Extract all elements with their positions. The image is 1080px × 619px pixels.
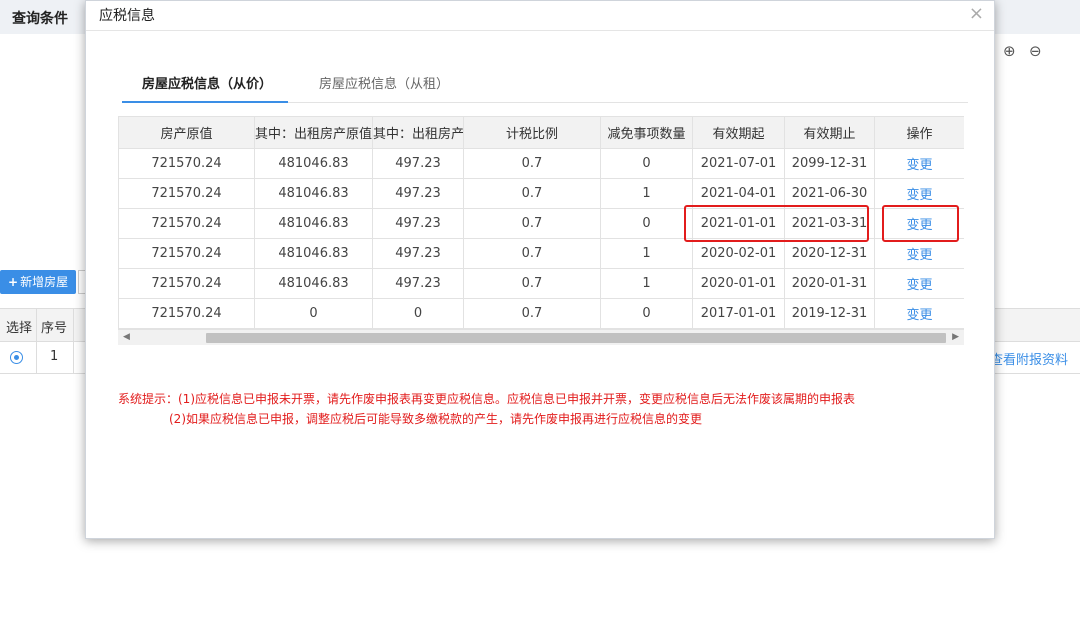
- table-header-row: 房产原值 其中：出租房产原值 其中：出租房产 计税比例 减免事项数量 有效期起 …: [118, 116, 964, 149]
- table-cell: 721570.24: [118, 238, 255, 269]
- table-cell: 481046.83: [254, 208, 373, 239]
- table-cell: 2019-12-31: [784, 298, 875, 329]
- table-cell: 0: [600, 298, 693, 329]
- table-cell: 497.23: [372, 238, 464, 269]
- table-row: 721570.24 481046.83 497.23 0.7 1 2020-02-01 20…: [118, 238, 964, 269]
- system-notice: 系统提示：(1)应税信息已申报未开票，请先作废申报表再变更应税信息。应税信息已申…: [118, 389, 855, 429]
- change-link[interactable]: 变更: [874, 238, 964, 269]
- notice-line-1: 系统提示：(1)应税信息已申报未开票，请先作废申报表再变更应税信息。应税信息已申…: [118, 392, 856, 406]
- table-cell: 1: [600, 268, 693, 299]
- tax-info-dialog: 应税信息 × 房屋应税信息（从价） 房屋应税信息（从租） 房产原值 其中：出租房…: [85, 0, 995, 539]
- table-cell: 497.23: [372, 208, 464, 239]
- zoom-in-icon[interactable]: ⊕: [1003, 42, 1016, 60]
- tab-by-value[interactable]: 房屋应税信息（从价）: [142, 73, 272, 92]
- col-action: 操作: [874, 116, 964, 149]
- table-cell: 2021-07-01: [692, 148, 785, 179]
- change-link[interactable]: 变更: [874, 178, 964, 209]
- table-cell: 497.23: [372, 148, 464, 179]
- table-cell: 721570.24: [118, 148, 255, 179]
- scroll-right-icon[interactable]: ▶: [952, 332, 959, 342]
- table-cell: 721570.24: [118, 298, 255, 329]
- table-cell: 497.23: [372, 178, 464, 209]
- table-cell: 0.7: [463, 238, 601, 269]
- tab-by-rent[interactable]: 房屋应税信息（从租）: [319, 73, 449, 92]
- col-tax-ratio: 计税比例: [463, 116, 601, 149]
- col-rented-original-value: 其中：出租房产原值: [254, 116, 373, 149]
- add-house-button[interactable]: + 新增房屋: [0, 270, 77, 294]
- table-cell: 0.7: [463, 208, 601, 239]
- table-row: 721570.24 481046.83 497.23 0.7 1 2021-04-01 20…: [118, 178, 964, 209]
- plus-icon: +: [8, 275, 19, 289]
- table-cell: 2020-02-01: [692, 238, 785, 269]
- change-link[interactable]: 变更: [874, 298, 964, 329]
- scrollbar-thumb[interactable]: [206, 333, 946, 343]
- table-cell: 721570.24: [118, 268, 255, 299]
- table-cell: 2099-12-31: [784, 148, 875, 179]
- table-cell: 2021-04-01: [692, 178, 785, 209]
- col-exemption-count: 减免事项数量: [600, 116, 693, 149]
- notice-line-2: (2)如果应税信息已申报，调整应税后可能导致多缴税款的产生，请先作废申报再进行应…: [169, 412, 703, 426]
- col-original-value: 房产原值: [118, 116, 255, 149]
- col-rented-property: 其中：出租房产: [372, 116, 464, 149]
- horizontal-scrollbar[interactable]: ◀ ▶: [118, 329, 964, 345]
- query-title: 查询条件: [12, 11, 68, 27]
- view-attachments-link[interactable]: 查看附报资料: [990, 349, 1068, 368]
- table-cell: 721570.24: [118, 208, 255, 239]
- table-cell: 0: [600, 148, 693, 179]
- scroll-left-icon[interactable]: ◀: [123, 332, 130, 342]
- active-tab-indicator: [122, 101, 288, 103]
- col-select: 选择: [6, 321, 33, 336]
- table-cell: 0: [372, 298, 464, 329]
- col-valid-from: 有效期起: [692, 116, 785, 149]
- dialog-title: 应税信息: [99, 8, 155, 24]
- table-cell: 721570.24: [118, 178, 255, 209]
- change-link[interactable]: 变更: [874, 148, 964, 179]
- table-cell: 481046.83: [254, 268, 373, 299]
- table-cell: 2017-01-01: [692, 298, 785, 329]
- table-cell: 0.7: [463, 298, 601, 329]
- table-cell: 0.7: [463, 148, 601, 179]
- table-cell: 481046.83: [254, 178, 373, 209]
- table-cell: 0: [600, 208, 693, 239]
- tab-bar: 房屋应税信息（从价） 房屋应税信息（从租）: [122, 63, 968, 103]
- change-link[interactable]: 变更: [874, 268, 964, 299]
- table-cell: 2020-01-01: [692, 268, 785, 299]
- zoom-out-icon[interactable]: ⊖: [1029, 42, 1042, 60]
- table-cell: 2021-06-30: [784, 178, 875, 209]
- table-cell: 481046.83: [254, 148, 373, 179]
- close-icon[interactable]: ×: [969, 3, 984, 24]
- highlight-date-range: [684, 205, 869, 242]
- table-cell: 0.7: [463, 178, 601, 209]
- table-cell: 0.7: [463, 268, 601, 299]
- table-row: 721570.24 481046.83 497.23 0.7 0 2021-07-01 20…: [118, 148, 964, 179]
- table-cell: 497.23: [372, 268, 464, 299]
- col-valid-to: 有效期止: [784, 116, 875, 149]
- col-number: 序号: [41, 321, 68, 336]
- table-cell: 2020-12-31: [784, 238, 875, 269]
- table-row: 721570.24 0 0 0.7 0 2017-01-01 2019-12-31 变更: [118, 298, 964, 329]
- table-cell: 0: [254, 298, 373, 329]
- table-row: 721570.24 481046.83 497.23 0.7 1 2020-01-01 20…: [118, 268, 964, 299]
- dialog-header: 应税信息 ×: [86, 1, 994, 31]
- add-house-label: 新增房屋: [20, 275, 69, 289]
- highlight-change-action: [882, 205, 959, 242]
- table-cell: 481046.83: [254, 238, 373, 269]
- table-cell: 1: [600, 238, 693, 269]
- row-radio[interactable]: [10, 351, 23, 364]
- table-cell: 1: [600, 178, 693, 209]
- table-cell: 2020-01-31: [784, 268, 875, 299]
- row-number: 1: [50, 349, 59, 364]
